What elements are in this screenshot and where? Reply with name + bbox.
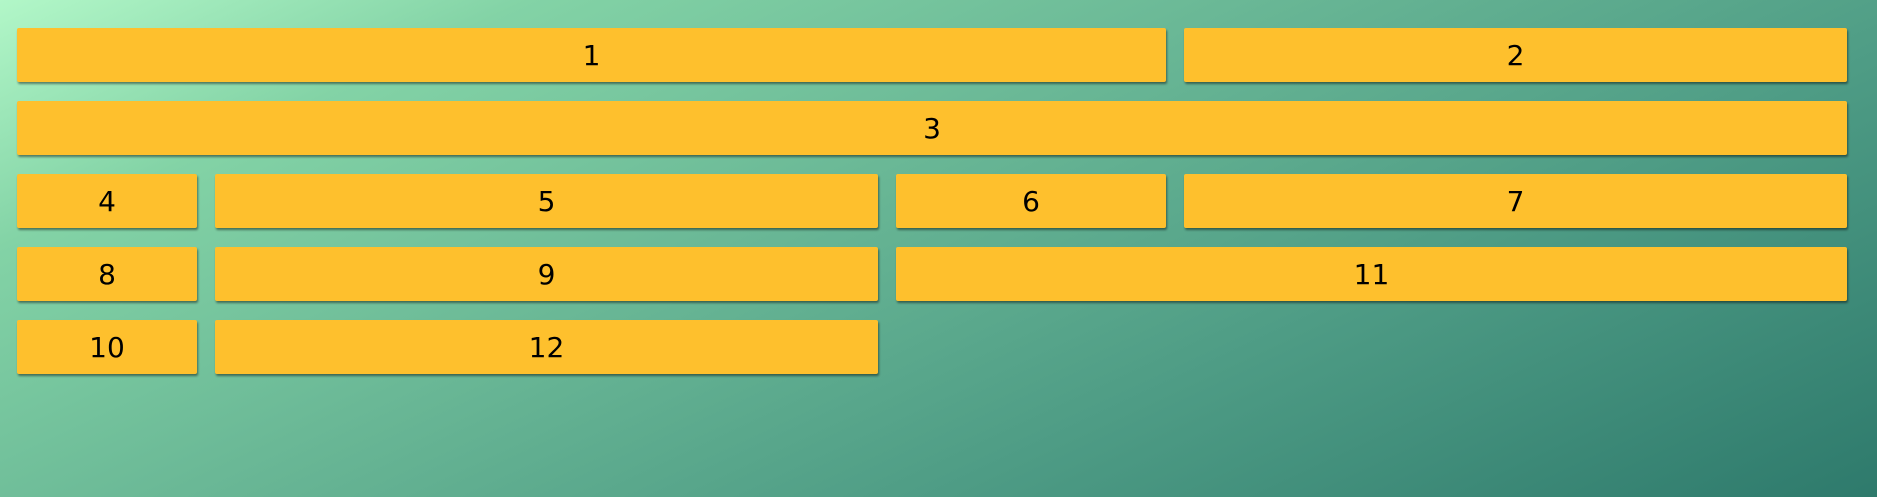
grid-item-6: 6: [896, 174, 1166, 228]
grid-item-1: 1: [17, 28, 1166, 82]
grid-item-4: 4: [17, 174, 197, 228]
grid-item-12: 12: [215, 320, 878, 374]
grid-canvas: { "colors": { "tile": "#fec02d", "backgr…: [0, 0, 1877, 497]
grid-item-5: 5: [215, 174, 878, 228]
grid-item-10: 10: [17, 320, 197, 374]
grid-item-8: 8: [17, 247, 197, 301]
grid-item-2: 2: [1184, 28, 1847, 82]
grid-item-3: 3: [17, 101, 1847, 155]
grid-item-9: 9: [215, 247, 878, 301]
grid-item-7: 7: [1184, 174, 1847, 228]
grid-item-11: 11: [896, 247, 1847, 301]
